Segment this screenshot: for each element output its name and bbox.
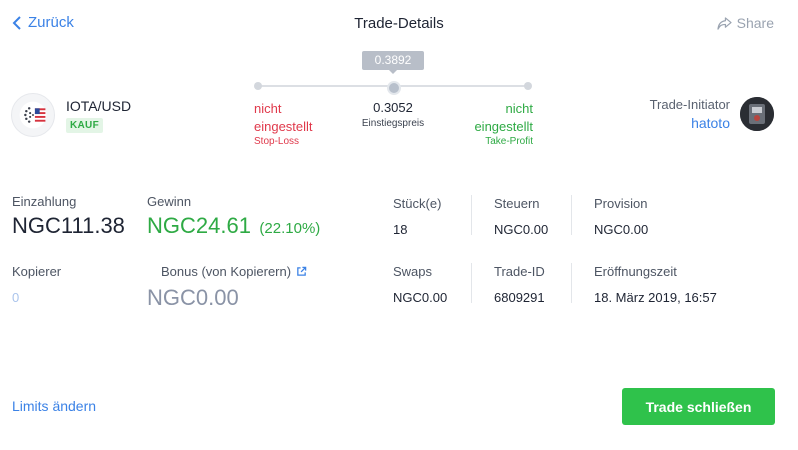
swaps-label: Swaps (393, 264, 433, 279)
page-title: Trade-Details (354, 15, 444, 32)
trade-id-label: Trade-ID (494, 264, 545, 279)
entry-price-value: 0.3052 (373, 100, 413, 115)
copiers-value: 0 (12, 290, 20, 305)
tax-value: NGC0.00 (494, 222, 549, 237)
units-label: Stück(e) (393, 196, 442, 211)
commission-label: Provision (594, 196, 648, 211)
avatar[interactable] (740, 97, 774, 131)
commission-value: NGC0.00 (594, 222, 649, 237)
copiers-label: Kopierer (12, 264, 62, 279)
profit-block: NGC24.61 (22.10%) (147, 213, 320, 239)
stop-loss-label: Stop-Loss (254, 136, 300, 147)
trade-initiator-label: Trade-Initiator (649, 97, 730, 112)
swaps-value: NGC0.00 (393, 290, 448, 305)
deposit-value: NGC111.38 (12, 213, 125, 238)
share-button[interactable]: Share (717, 15, 774, 31)
divider (471, 263, 472, 303)
take-profit-value: nicht eingestellt (474, 101, 533, 134)
divider (471, 195, 472, 235)
take-profit-marker (524, 82, 532, 90)
divider (571, 263, 572, 303)
take-profit-label: Take-Profit (485, 136, 533, 147)
bonus-value: NGC0.00 (147, 285, 239, 310)
open-time-label: Eröffnungszeit (594, 264, 677, 279)
open-time-value: 18. März 2019, 16:57 (594, 290, 717, 305)
bonus-link[interactable]: Bonus (von Kopierern) (161, 264, 307, 279)
trade-initiator-link[interactable]: hatoto (691, 115, 730, 131)
share-icon (717, 16, 732, 30)
trade-id-value: 6809291 (494, 290, 545, 305)
external-link-icon (297, 266, 307, 276)
trade-side-badge: KAUF (66, 118, 103, 133)
entry-price-label: Einstiegspreis (361, 118, 425, 129)
asset-name: IOTA/USD (66, 98, 132, 114)
units-value: 18 (393, 222, 408, 237)
close-trade-button[interactable]: Trade schließen (622, 388, 775, 425)
deposit-label: Einzahlung (12, 194, 77, 209)
profit-value: NGC24.61 (147, 213, 251, 238)
stop-loss-marker (254, 82, 262, 90)
entry-marker (387, 81, 401, 95)
stop-loss-value: nicht eingestellt (254, 101, 313, 134)
avatar-image (740, 97, 774, 131)
profit-label: Gewinn (147, 194, 192, 209)
share-label: Share (736, 15, 774, 31)
profit-percent: (22.10%) (259, 220, 321, 237)
change-limits-link[interactable]: Limits ändern (12, 398, 96, 414)
asset-logo (11, 93, 55, 137)
iota-usd-icon (19, 101, 47, 129)
divider (571, 195, 572, 235)
current-price-tooltip: 0.3892 (362, 51, 424, 74)
tax-label: Steuern (494, 196, 540, 211)
bonus-label: Bonus (von Kopierern) (161, 264, 292, 279)
